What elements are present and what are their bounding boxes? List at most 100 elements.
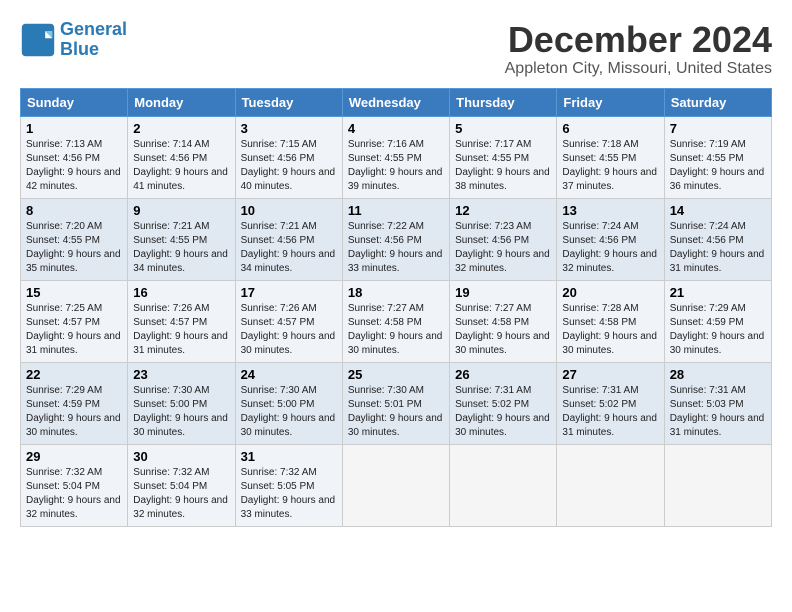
calendar-table: SundayMondayTuesdayWednesdayThursdayFrid… (20, 88, 772, 527)
day-detail: Sunrise: 7:30 AMSunset: 5:00 PMDaylight:… (133, 385, 228, 438)
day-detail: Sunrise: 7:27 AMSunset: 4:58 PMDaylight:… (348, 303, 443, 356)
calendar-day-cell: 26 Sunrise: 7:31 AMSunset: 5:02 PMDaylig… (450, 362, 557, 444)
day-number: 8 (26, 203, 122, 218)
day-detail: Sunrise: 7:29 AMSunset: 4:59 PMDaylight:… (26, 385, 121, 438)
day-detail: Sunrise: 7:17 AMSunset: 4:55 PMDaylight:… (455, 139, 550, 192)
calendar-day-cell: 29 Sunrise: 7:32 AMSunset: 5:04 PMDaylig… (21, 444, 128, 526)
weekday-header-monday: Monday (128, 88, 235, 116)
calendar-day-cell: 24 Sunrise: 7:30 AMSunset: 5:00 PMDaylig… (235, 362, 342, 444)
day-detail: Sunrise: 7:18 AMSunset: 4:55 PMDaylight:… (562, 139, 657, 192)
calendar-week-row: 8 Sunrise: 7:20 AMSunset: 4:55 PMDayligh… (21, 198, 772, 280)
calendar-week-row: 29 Sunrise: 7:32 AMSunset: 5:04 PMDaylig… (21, 444, 772, 526)
day-detail: Sunrise: 7:31 AMSunset: 5:03 PMDaylight:… (670, 385, 765, 438)
calendar-day-cell: 5 Sunrise: 7:17 AMSunset: 4:55 PMDayligh… (450, 116, 557, 198)
day-number: 13 (562, 203, 658, 218)
calendar-day-cell: 21 Sunrise: 7:29 AMSunset: 4:59 PMDaylig… (664, 280, 771, 362)
calendar-day-cell: 7 Sunrise: 7:19 AMSunset: 4:55 PMDayligh… (664, 116, 771, 198)
empty-cell (450, 444, 557, 526)
calendar-day-cell: 30 Sunrise: 7:32 AMSunset: 5:04 PMDaylig… (128, 444, 235, 526)
logo-text: General Blue (60, 20, 127, 60)
weekday-header-wednesday: Wednesday (342, 88, 449, 116)
weekday-header-saturday: Saturday (664, 88, 771, 116)
header: General Blue December 2024 Appleton City… (20, 20, 772, 78)
day-detail: Sunrise: 7:26 AMSunset: 4:57 PMDaylight:… (133, 303, 228, 356)
calendar-day-cell: 16 Sunrise: 7:26 AMSunset: 4:57 PMDaylig… (128, 280, 235, 362)
day-detail: Sunrise: 7:31 AMSunset: 5:02 PMDaylight:… (455, 385, 550, 438)
calendar-day-cell: 18 Sunrise: 7:27 AMSunset: 4:58 PMDaylig… (342, 280, 449, 362)
day-number: 20 (562, 285, 658, 300)
calendar-day-cell: 15 Sunrise: 7:25 AMSunset: 4:57 PMDaylig… (21, 280, 128, 362)
day-number: 17 (241, 285, 337, 300)
day-number: 22 (26, 367, 122, 382)
logo-line1: General (60, 19, 127, 39)
day-detail: Sunrise: 7:19 AMSunset: 4:55 PMDaylight:… (670, 139, 765, 192)
day-detail: Sunrise: 7:31 AMSunset: 5:02 PMDaylight:… (562, 385, 657, 438)
day-number: 28 (670, 367, 766, 382)
calendar-day-cell: 31 Sunrise: 7:32 AMSunset: 5:05 PMDaylig… (235, 444, 342, 526)
calendar-day-cell: 1 Sunrise: 7:13 AMSunset: 4:56 PMDayligh… (21, 116, 128, 198)
day-detail: Sunrise: 7:14 AMSunset: 4:56 PMDaylight:… (133, 139, 228, 192)
day-number: 25 (348, 367, 444, 382)
day-detail: Sunrise: 7:30 AMSunset: 5:00 PMDaylight:… (241, 385, 336, 438)
calendar-day-cell: 27 Sunrise: 7:31 AMSunset: 5:02 PMDaylig… (557, 362, 664, 444)
location-title: Appleton City, Missouri, United States (505, 60, 772, 78)
calendar-week-row: 1 Sunrise: 7:13 AMSunset: 4:56 PMDayligh… (21, 116, 772, 198)
day-number: 18 (348, 285, 444, 300)
day-detail: Sunrise: 7:28 AMSunset: 4:58 PMDaylight:… (562, 303, 657, 356)
day-detail: Sunrise: 7:15 AMSunset: 4:56 PMDaylight:… (241, 139, 336, 192)
logo-icon (20, 22, 56, 58)
weekday-header-thursday: Thursday (450, 88, 557, 116)
day-number: 31 (241, 449, 337, 464)
calendar-day-cell: 14 Sunrise: 7:24 AMSunset: 4:56 PMDaylig… (664, 198, 771, 280)
calendar-week-row: 22 Sunrise: 7:29 AMSunset: 4:59 PMDaylig… (21, 362, 772, 444)
weekday-header-sunday: Sunday (21, 88, 128, 116)
day-detail: Sunrise: 7:21 AMSunset: 4:55 PMDaylight:… (133, 221, 228, 274)
day-number: 21 (670, 285, 766, 300)
day-detail: Sunrise: 7:23 AMSunset: 4:56 PMDaylight:… (455, 221, 550, 274)
weekday-header-friday: Friday (557, 88, 664, 116)
day-number: 15 (26, 285, 122, 300)
day-detail: Sunrise: 7:32 AMSunset: 5:04 PMDaylight:… (133, 467, 228, 520)
day-number: 12 (455, 203, 551, 218)
empty-cell (557, 444, 664, 526)
day-detail: Sunrise: 7:32 AMSunset: 5:05 PMDaylight:… (241, 467, 336, 520)
day-number: 24 (241, 367, 337, 382)
calendar-day-cell: 22 Sunrise: 7:29 AMSunset: 4:59 PMDaylig… (21, 362, 128, 444)
day-number: 11 (348, 203, 444, 218)
day-number: 6 (562, 121, 658, 136)
month-title: December 2024 (505, 20, 772, 60)
calendar-day-cell: 23 Sunrise: 7:30 AMSunset: 5:00 PMDaylig… (128, 362, 235, 444)
day-number: 3 (241, 121, 337, 136)
day-number: 14 (670, 203, 766, 218)
day-detail: Sunrise: 7:24 AMSunset: 4:56 PMDaylight:… (562, 221, 657, 274)
day-detail: Sunrise: 7:24 AMSunset: 4:56 PMDaylight:… (670, 221, 765, 274)
day-number: 16 (133, 285, 229, 300)
day-detail: Sunrise: 7:20 AMSunset: 4:55 PMDaylight:… (26, 221, 121, 274)
day-number: 5 (455, 121, 551, 136)
day-number: 19 (455, 285, 551, 300)
calendar-day-cell: 10 Sunrise: 7:21 AMSunset: 4:56 PMDaylig… (235, 198, 342, 280)
calendar-day-cell: 9 Sunrise: 7:21 AMSunset: 4:55 PMDayligh… (128, 198, 235, 280)
calendar-day-cell: 19 Sunrise: 7:27 AMSunset: 4:58 PMDaylig… (450, 280, 557, 362)
logo-line2: Blue (60, 39, 99, 59)
calendar-day-cell: 8 Sunrise: 7:20 AMSunset: 4:55 PMDayligh… (21, 198, 128, 280)
calendar-day-cell: 6 Sunrise: 7:18 AMSunset: 4:55 PMDayligh… (557, 116, 664, 198)
calendar-day-cell: 17 Sunrise: 7:26 AMSunset: 4:57 PMDaylig… (235, 280, 342, 362)
day-number: 7 (670, 121, 766, 136)
day-detail: Sunrise: 7:21 AMSunset: 4:56 PMDaylight:… (241, 221, 336, 274)
title-area: December 2024 Appleton City, Missouri, U… (505, 20, 772, 78)
day-number: 30 (133, 449, 229, 464)
day-detail: Sunrise: 7:25 AMSunset: 4:57 PMDaylight:… (26, 303, 121, 356)
day-number: 23 (133, 367, 229, 382)
empty-cell (664, 444, 771, 526)
calendar-day-cell: 28 Sunrise: 7:31 AMSunset: 5:03 PMDaylig… (664, 362, 771, 444)
calendar-day-cell: 13 Sunrise: 7:24 AMSunset: 4:56 PMDaylig… (557, 198, 664, 280)
logo: General Blue (20, 20, 127, 60)
day-number: 26 (455, 367, 551, 382)
weekday-header-tuesday: Tuesday (235, 88, 342, 116)
day-number: 27 (562, 367, 658, 382)
day-number: 9 (133, 203, 229, 218)
day-detail: Sunrise: 7:13 AMSunset: 4:56 PMDaylight:… (26, 139, 121, 192)
calendar-day-cell: 12 Sunrise: 7:23 AMSunset: 4:56 PMDaylig… (450, 198, 557, 280)
day-detail: Sunrise: 7:32 AMSunset: 5:04 PMDaylight:… (26, 467, 121, 520)
